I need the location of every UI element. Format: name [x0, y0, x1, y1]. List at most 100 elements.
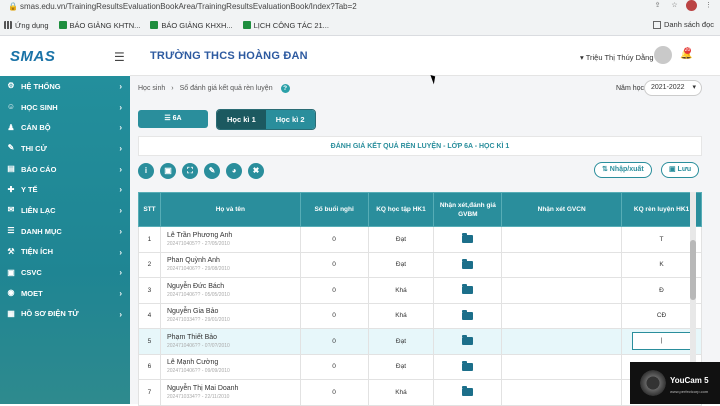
cell-gvcn[interactable]: [501, 379, 623, 406]
table-row[interactable]: 5 Phạm Thiết Bảo 2024710406?? - 0?/0?/2010…: [138, 328, 702, 355]
hamburger-icon[interactable]: ☰: [114, 50, 125, 64]
col-gvbm: Nhận xét,đánh giá GVBM: [433, 192, 503, 227]
user-avatar[interactable]: [654, 46, 672, 64]
overlay-sub: www.perfectcorp.com: [670, 389, 709, 394]
cell-gvbm[interactable]: [433, 226, 503, 253]
sidebar-item[interactable]: ☰ DANH MỤC ›: [0, 221, 130, 242]
star-icon[interactable]: ☆: [669, 0, 680, 11]
tab-term-1[interactable]: Học kì 1: [217, 110, 266, 129]
breadcrumb: Học sinh › Sổ đánh giá kết quả rèn luyện…: [138, 84, 290, 93]
sidebar-item[interactable]: ▤ BÁO CÁO ›: [0, 159, 130, 180]
folder-icon[interactable]: [462, 335, 474, 346]
col-study: KQ học tập HK1: [367, 192, 435, 227]
reading-list[interactable]: Danh sách đọc: [652, 20, 714, 29]
cell-absent[interactable]: 0: [299, 328, 369, 355]
address-bar[interactable]: 🔒 smas.edu.vn/TrainingResultsEvaluationB…: [0, 0, 720, 15]
smas-logo[interactable]: SMAS: [0, 36, 130, 76]
sidebar-item[interactable]: ♟ CÁN BỘ ›: [0, 117, 130, 138]
cell-gvbm[interactable]: [433, 302, 503, 329]
table-row[interactable]: 3 Nguyễn Đức Bách 2024710406?? - 05/05/201…: [138, 277, 702, 304]
help-icon[interactable]: ?: [280, 84, 290, 93]
chevron-right-icon: ›: [119, 247, 122, 257]
year-select[interactable]: 2021-2022: [644, 80, 702, 96]
cell-gvcn[interactable]: [501, 328, 623, 355]
user-menu[interactable]: ▾ Triệu Thị Thúy Dằng: [580, 53, 654, 62]
logo-text: SMAS: [10, 47, 56, 65]
bookmarks-bar: Ứng dụng BÁO GIẢNG KHTN... BÁO GIẢNG KHX…: [0, 16, 720, 34]
cell-gvcn[interactable]: [501, 251, 623, 278]
bookmark-item[interactable]: BÁO GIẢNG KHTN...: [58, 21, 140, 30]
cell-absent[interactable]: 0: [299, 277, 369, 304]
cell-stt: 7: [138, 379, 161, 406]
info-icon[interactable]: i: [138, 163, 154, 179]
cell-gvbm[interactable]: [433, 251, 503, 278]
student-name: Nguyễn Đức Bách: [166, 282, 225, 290]
sidebar-item[interactable]: ✉ LIÊN LẠC ›: [0, 200, 130, 221]
folder-icon[interactable]: [462, 386, 474, 397]
cell-gvbm[interactable]: [433, 353, 503, 380]
sidebar-item[interactable]: ◉ MOET ›: [0, 283, 130, 304]
cell-absent[interactable]: 0: [299, 353, 369, 380]
folder-icon[interactable]: [462, 284, 474, 295]
chart-icon[interactable]: ◕: [226, 163, 242, 179]
class-select-button[interactable]: ☰ 6A: [138, 110, 208, 128]
student-name: Phạm Thiết Bảo: [166, 333, 218, 341]
edit-icon[interactable]: ✎: [204, 163, 220, 179]
sidebar-item-label: CÁN BỘ: [21, 123, 51, 133]
cell-gvcn[interactable]: [501, 226, 623, 253]
col-absent: Số buổi nghỉ: [299, 192, 369, 227]
sidebar-item[interactable]: ✎ THI CỬ ›: [0, 138, 130, 159]
sidebar-item[interactable]: ✚ Y TẾ ›: [0, 179, 130, 200]
save-icon[interactable]: ▣: [160, 163, 176, 179]
url-text[interactable]: smas.edu.vn/TrainingResultsEvaluationBoo…: [20, 2, 357, 11]
chevron-right-icon: ›: [119, 144, 122, 154]
table-row[interactable]: 1 Lê Trần Phương Anh 2024710405?? - 2?/05/…: [138, 226, 702, 253]
conduct-input[interactable]: |: [631, 332, 692, 351]
folder-icon[interactable]: [462, 258, 474, 269]
bookmark-apps[interactable]: Ứng dụng: [4, 21, 49, 30]
sidebar-item[interactable]: ☺ HỌC SINH ›: [0, 97, 130, 118]
cell-gvcn[interactable]: [501, 353, 623, 380]
sidebar-item-icon: ⚒: [7, 246, 15, 256]
share-icon[interactable]: ⇪: [652, 0, 663, 11]
sidebar-item[interactable]: ⚙ HỆ THỐNG ›: [0, 76, 130, 97]
scroll-thumb[interactable]: [690, 240, 696, 300]
save-button[interactable]: ▣ Lưu: [661, 162, 700, 178]
sidebar-item-label: HỌC SINH: [21, 102, 58, 112]
cell-gvbm[interactable]: [433, 277, 503, 304]
cell-absent[interactable]: 0: [299, 302, 369, 329]
cell-gvcn[interactable]: [501, 277, 623, 304]
folder-icon[interactable]: [462, 233, 474, 244]
sidebar-item-label: BÁO CÁO: [21, 164, 57, 174]
sidebar-item[interactable]: ⚒ TIỆN ÍCH ›: [0, 242, 130, 263]
breadcrumb-item-hoc-sinh[interactable]: Học sinh: [138, 85, 165, 92]
bookmark-item[interactable]: LỊCH CÔNG TÁC 21...: [242, 21, 329, 30]
delete-icon[interactable]: ✖: [248, 163, 264, 179]
table-row[interactable]: 7 Nguyễn Thị Mai Doanh 2024710334?? - 22/1…: [138, 379, 702, 406]
bookmark-item[interactable]: BÁO GIẢNG KHXH...: [150, 21, 233, 30]
tab-term-2[interactable]: Học kì 2: [265, 110, 315, 129]
cell-absent[interactable]: 0: [299, 226, 369, 253]
folder-icon[interactable]: [462, 309, 474, 320]
cell-absent[interactable]: 0: [299, 251, 369, 278]
expand-icon[interactable]: ⛶: [182, 163, 198, 179]
profile-avatar[interactable]: [686, 0, 697, 11]
sidebar-item[interactable]: ▦ HỒ SƠ ĐIỆN TỬ ›: [0, 304, 130, 325]
cell-gvbm[interactable]: [433, 379, 503, 406]
table-row[interactable]: 4 Nguyễn Gia Bảo 2024710334?? - 29/01/2010…: [138, 302, 702, 329]
folder-icon[interactable]: [462, 360, 474, 371]
cell-stt: 6: [138, 353, 161, 380]
sidebar-item[interactable]: ▣ CSVC ›: [0, 262, 130, 283]
table-header-row: STT Họ và tên Số buổi nghỉ KQ học tập HK…: [138, 192, 702, 227]
cell-gvbm[interactable]: [433, 328, 503, 355]
table-row[interactable]: 2 Phan Quỳnh Anh 2024710406?? - 29/08/2010…: [138, 251, 702, 278]
sidebar-item-label: DANH MỤC: [21, 226, 62, 236]
table-row[interactable]: 6 Lê Mạnh Cường 2024710406?? - 09/09/2010 0…: [138, 353, 702, 380]
cell-absent[interactable]: 0: [299, 379, 369, 406]
import-export-button[interactable]: ⇅ Nhập/xuất: [594, 162, 652, 178]
student-id-dob: 2024710405?? - 2?/05/2010: [166, 240, 230, 247]
menu-icon[interactable]: ⋮: [703, 0, 714, 11]
sidebar-item-icon: ◉: [7, 288, 15, 298]
cell-name: Phan Quỳnh Anh 2024710406?? - 29/08/2010: [159, 251, 301, 278]
cell-gvcn[interactable]: [501, 302, 623, 329]
